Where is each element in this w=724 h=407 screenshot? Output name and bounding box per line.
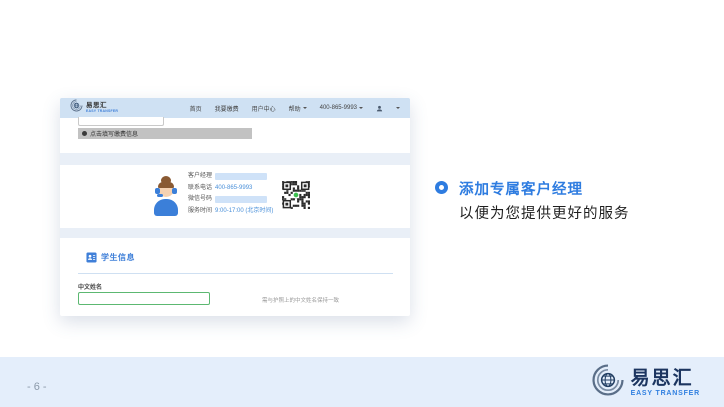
student-section-title: 学生信息 <box>101 252 135 263</box>
slide-canvas: 易思汇 EASY TRANSFER 首页 我要缴费 用户中心 帮助 400-86… <box>0 0 724 407</box>
section-divider <box>78 273 393 274</box>
student-info-section: 学生信息 中文姓名 需与护照上的中文姓名保持一致 <box>60 238 410 316</box>
manager-phone-value: 400-865-9993 <box>215 185 252 192</box>
account-manager-card: 客户经理 联系电话 400-865-9993 微信号码 服务时间 9:00-17… <box>60 165 410 228</box>
easytransfer-globe-icon <box>591 363 625 402</box>
page-content: 点击填写缴费信息 客户经理 联系电话 400-865-9993 <box>60 118 410 316</box>
footer-logo-en: EASY TRANSFER <box>631 390 700 397</box>
site-logo-en: EASY TRANSFER <box>86 110 118 114</box>
qr-code <box>282 181 310 209</box>
chevron-down-icon <box>396 107 400 111</box>
manager-phone-row: 联系电话 400-865-9993 <box>188 185 273 192</box>
manager-info-list: 客户经理 联系电话 400-865-9993 微信号码 服务时间 9:00-17… <box>188 173 273 215</box>
notice-dot-icon <box>82 131 87 136</box>
user-account-icon[interactable] <box>376 105 383 112</box>
student-section-header: 学生信息 <box>86 252 135 263</box>
easytransfer-globe-icon <box>70 99 83 117</box>
top-form-section: 点击填写缴费信息 <box>60 118 410 153</box>
footer-logo: 易思汇 EASY TRANSFER <box>591 363 700 402</box>
partial-form-input[interactable] <box>78 117 164 126</box>
customer-service-avatar <box>152 177 180 217</box>
nav-item-user-center[interactable]: 用户中心 <box>252 104 276 113</box>
site-logo[interactable]: 易思汇 EASY TRANSFER <box>70 99 118 117</box>
manager-wechat-row: 微信号码 <box>188 196 273 203</box>
bullet-ring-icon <box>435 181 448 194</box>
nav-item-help[interactable]: 帮助 <box>289 104 307 113</box>
chinese-name-label: 中文姓名 <box>78 282 102 291</box>
nav-item-hotline[interactable]: 400-865-9993 <box>320 105 363 111</box>
browser-screenshot: 易思汇 EASY TRANSFER 首页 我要缴费 用户中心 帮助 400-86… <box>60 98 410 316</box>
notice-bar-label: 点击填写缴费信息 <box>90 129 138 138</box>
annotation-title: 添加专属客户经理 <box>459 178 583 199</box>
manager-name-row: 客户经理 <box>188 173 273 180</box>
site-header: 易思汇 EASY TRANSFER 首页 我要缴费 用户中心 帮助 400-86… <box>60 98 410 118</box>
redacted-value <box>215 173 267 180</box>
chevron-down-icon <box>359 107 363 111</box>
nav-more-dropdown[interactable] <box>396 105 400 111</box>
nav-item-home[interactable]: 首页 <box>190 104 202 113</box>
chinese-name-hint: 需与护照上的中文姓名保持一致 <box>262 296 339 304</box>
nav-item-pay[interactable]: 我要缴费 <box>215 104 239 113</box>
redacted-value <box>215 196 267 203</box>
footer-band: - 6 - 易思汇 EASY TRANSFER <box>0 357 724 407</box>
chinese-name-input[interactable] <box>78 292 210 305</box>
manager-hours-value: 9:00-17:00 (北京时间) <box>215 208 273 215</box>
footer-logo-cn: 易思汇 <box>631 369 700 388</box>
page-number: - 6 - <box>27 381 47 393</box>
manager-hours-row: 服务时间 9:00-17:00 (北京时间) <box>188 208 273 215</box>
chevron-down-icon <box>303 107 307 111</box>
notice-bar[interactable]: 点击填写缴费信息 <box>78 128 252 139</box>
annotation-subtitle: 以便为您提供更好的服务 <box>459 202 630 223</box>
student-id-card-icon <box>86 252 97 263</box>
site-nav: 首页 我要缴费 用户中心 帮助 400-865-9993 <box>190 104 400 113</box>
